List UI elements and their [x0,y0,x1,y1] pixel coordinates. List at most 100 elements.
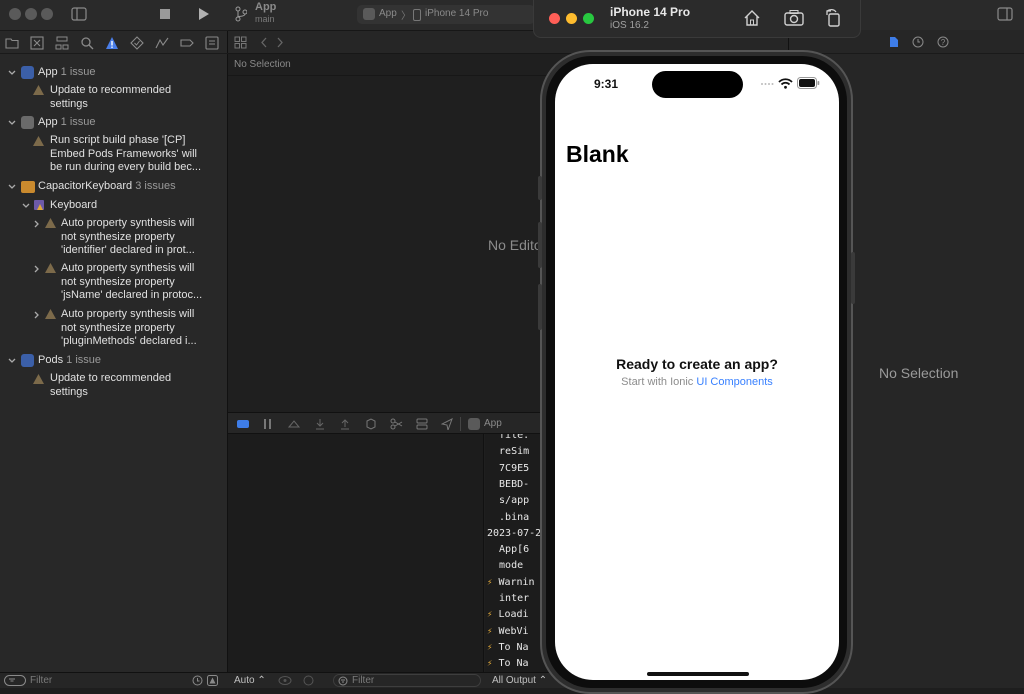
find-icon[interactable] [80,36,94,50]
cellular-signal-icon [761,83,774,85]
debug-target-label: App [484,418,502,429]
history-inspector-icon[interactable] [912,36,924,48]
issue-text: Auto property synthesis will [61,217,195,229]
console-text: App[6 [487,544,530,556]
debug-navigator-icon[interactable] [155,36,169,50]
report-navigator-icon[interactable] [205,36,219,50]
project-title: App [255,1,277,13]
forward-icon[interactable] [275,36,285,49]
console-line: ⚡ To Na [487,642,529,653]
file-inspector-icon[interactable] [889,36,899,48]
navigator-filter-input[interactable]: Filter [30,675,52,686]
warning-icon [45,263,56,273]
folder-icon[interactable] [5,36,19,50]
test-navigator-icon[interactable] [130,36,144,50]
scheme-selector[interactable]: App 〉 iPhone 14 Pro [357,5,535,24]
power-button[interactable] [851,252,855,304]
filter-icon[interactable] [4,675,26,686]
module-file-icon [34,200,44,210]
issue-item[interactable]: Auto property synthesis will not synthes… [61,262,202,303]
simulator-minimize-button[interactable] [566,13,577,24]
filter-placeholder: Filter [352,675,375,686]
chevron-down-icon[interactable] [7,356,17,366]
issue-text: Update to recommended [50,372,172,384]
breakpoint-navigator-icon[interactable] [180,36,194,50]
console-line: s/app [487,495,529,506]
stop-icon[interactable] [159,8,171,20]
simulator-zoom-button[interactable] [583,13,594,24]
issue-group-app[interactable]: App 1 issue [38,66,96,80]
chevron-right-icon[interactable] [32,310,42,320]
home-icon[interactable] [743,9,761,27]
volume-up-button[interactable] [538,222,542,268]
app-subtext: Start with Ionic UI Components [555,376,839,388]
symbol-navigator-icon[interactable] [55,36,69,50]
home-indicator[interactable] [647,672,749,676]
simulator-close-button[interactable] [549,13,560,24]
ui-components-link[interactable]: UI Components [696,376,772,388]
simulate-location-icon[interactable] [441,418,453,430]
info-icon[interactable] [303,675,314,686]
variables-filter-input[interactable]: Filter [333,674,481,687]
inspector-toggle-icon[interactable] [997,7,1013,21]
issue-item[interactable]: Update to recommended settings [50,372,171,399]
issue-group-app[interactable]: App 1 issue [38,116,96,130]
issue-item[interactable]: Run script build phase '[CP] Embed Pods … [50,134,201,175]
sidebar-toggle-icon[interactable] [71,7,87,21]
recent-icon[interactable] [192,675,203,686]
console-text: 2023-07-2 [487,527,542,539]
warning-icon [45,309,56,319]
console-line: inter [487,593,529,604]
step-into-icon[interactable] [314,418,326,430]
chevron-down-icon[interactable] [7,118,17,128]
issue-navigator-icon[interactable] [105,36,119,50]
console-text: reSim [487,446,530,458]
minimize-window-button[interactable] [25,8,37,20]
chevron-right-icon: 〉 [401,11,411,22]
chevron-down-icon[interactable] [7,68,17,78]
memory-graph-icon[interactable] [390,418,403,430]
issue-group-pods[interactable]: Pods 1 issue [38,354,101,368]
issue-text: settings [50,385,88,398]
issue-text: not synthesize property [61,230,175,243]
back-icon[interactable] [259,36,269,49]
screenshot-icon[interactable] [784,9,804,27]
chevron-down-icon[interactable] [7,182,17,192]
chevron-down-icon[interactable] [21,201,31,211]
run-icon[interactable] [198,7,210,21]
chevron-right-icon[interactable] [32,219,42,229]
step-out-icon[interactable] [339,418,351,430]
issue-item[interactable]: Auto property synthesis will not synthes… [61,308,197,349]
close-window-button[interactable] [9,8,21,20]
rotate-icon[interactable] [825,8,841,27]
eye-icon[interactable] [278,675,292,686]
grid-icon[interactable] [234,36,247,49]
issue-file-keyboard[interactable]: Keyboard [50,199,97,213]
zoom-window-button[interactable] [41,8,53,20]
source-control-icon[interactable] [30,36,44,50]
volume-down-button[interactable] [538,284,542,330]
auto-selector[interactable]: Auto ⌃ [234,675,266,686]
simulator-device-name: iPhone 14 Pro [610,5,691,19]
console-line: file. [487,434,529,441]
issue-group-capacitorkeyboard[interactable]: CapacitorKeyboard 3 issues [38,180,176,194]
console-line: ⚡ Warnin [487,577,535,588]
app-project-icon [21,66,34,79]
group-name: Pods [38,354,64,366]
issue-item[interactable]: Auto property synthesis will not synthes… [61,217,195,258]
silent-switch[interactable] [538,176,542,200]
warnings-only-icon[interactable] [207,675,218,686]
issue-text: 'identifier' declared in prot... [61,244,195,256]
environment-overrides-icon[interactable] [416,418,428,430]
simulator-toolbar: iPhone 14 Pro iOS 16.2 [533,0,861,38]
console-line: .bina [487,512,529,523]
issue-item[interactable]: Update to recommended settings [50,84,171,111]
continue-icon[interactable] [288,418,301,430]
branch-name: main [255,14,275,24]
help-inspector-icon[interactable]: ? [937,36,949,48]
chevron-right-icon[interactable] [32,264,42,274]
output-selector[interactable]: All Output ⌃ [492,675,547,686]
breakpoints-icon[interactable] [263,418,273,430]
console-toggle-icon[interactable] [236,419,250,429]
view-hierarchy-icon[interactable] [365,418,377,430]
